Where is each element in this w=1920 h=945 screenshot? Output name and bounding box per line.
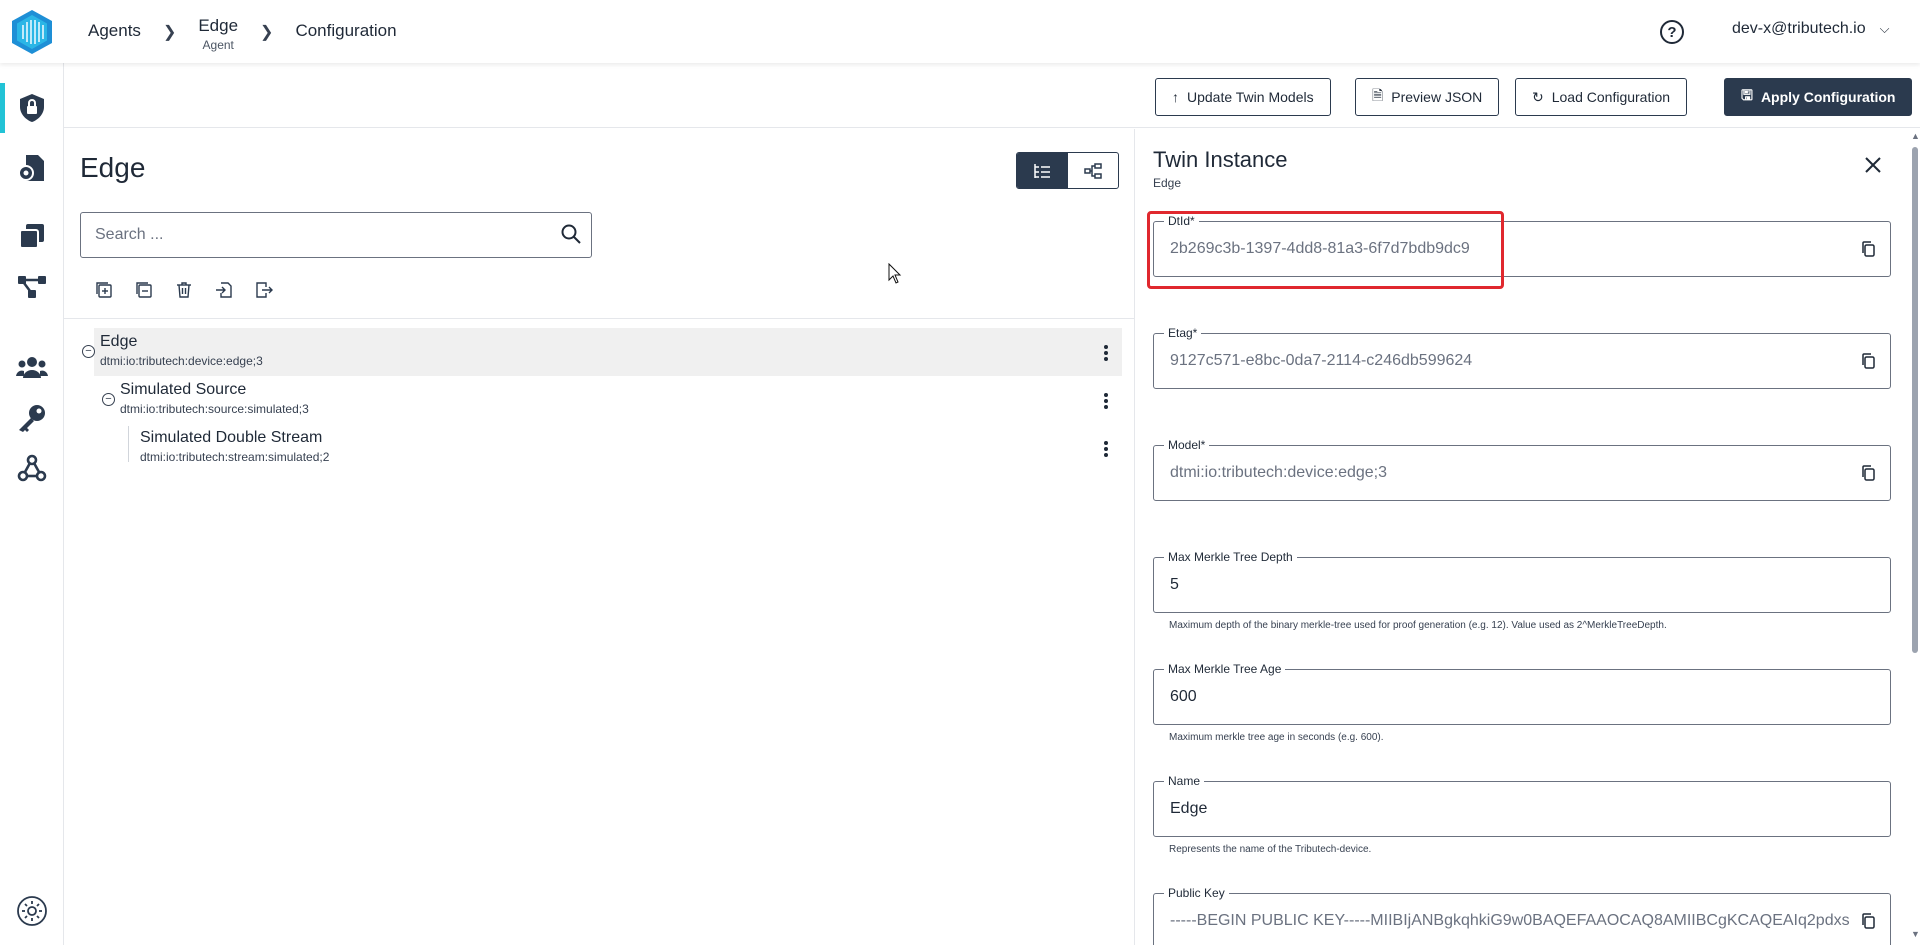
copy-icon[interactable] <box>1859 352 1877 370</box>
more-vert-icon[interactable] <box>1103 343 1109 363</box>
chevron-down-icon: ⌵ <box>1879 21 1890 36</box>
sidebar-item-users[interactable] <box>0 343 64 393</box>
chevron-right-icon: ❯ <box>162 23 177 41</box>
collapse-icon[interactable]: − <box>82 345 95 358</box>
tree-node-simulated-double-stream[interactable]: Simulated Double Stream dtmi:io:tributec… <box>140 429 329 475</box>
user-menu[interactable]: dev-x@tributech.io ⌵ <box>1732 20 1890 38</box>
public-key-field[interactable]: Public Key -----BEGIN PUBLIC KEY-----MII… <box>1153 886 1891 945</box>
hierarchy-icon <box>18 276 46 298</box>
webhook-icon <box>17 454 47 482</box>
sidebar-item-documents[interactable] <box>0 144 64 194</box>
scrollbar[interactable]: ▲ ▼ <box>1909 129 1920 945</box>
tree-node-simulated-source[interactable]: Simulated Source dtmi:io:tributech:sourc… <box>120 381 309 427</box>
breadcrumb-agents[interactable]: Agents <box>88 21 141 41</box>
panel-subtitle: Edge <box>1153 176 1182 190</box>
save-icon: 🖫 <box>1741 87 1753 103</box>
arrow-up-icon: ↑ <box>1172 89 1179 105</box>
tributech-logo[interactable] <box>11 9 53 55</box>
refresh-icon: ↻ <box>1532 88 1544 105</box>
view-toggle <box>1016 152 1119 189</box>
export-icon <box>256 282 273 298</box>
breadcrumb-edge[interactable]: Edge Agent <box>198 16 238 52</box>
sidebar-item-layers[interactable] <box>0 211 64 261</box>
field-hint: Maximum depth of the binary merkle-tree … <box>1169 620 1667 631</box>
search-input[interactable] <box>80 212 592 258</box>
tree-view-button[interactable] <box>1017 153 1068 188</box>
field-hint: Maximum merkle tree age in seconds (e.g.… <box>1169 732 1384 743</box>
expand-all-icon <box>96 282 112 298</box>
mouse-cursor-icon <box>888 263 902 284</box>
name-field[interactable]: Name Edge <box>1153 774 1891 837</box>
page-title: Edge <box>80 152 146 183</box>
sun-icon <box>17 896 47 926</box>
file-icon: 🗎 <box>1372 87 1384 103</box>
tree-node-edge[interactable]: Edge dtmi:io:tributech:device:edge;3 <box>100 333 263 379</box>
search-icon[interactable] <box>560 223 582 245</box>
import-button[interactable] <box>214 280 234 300</box>
collapse-icon[interactable]: − <box>102 393 115 406</box>
load-configuration-button[interactable]: ↻ Load Configuration <box>1515 78 1688 116</box>
preview-json-button[interactable]: 🗎 Preview JSON <box>1355 78 1500 116</box>
top-header: Agents ❯ Edge Agent ❯ Configuration ? de… <box>0 0 1920 63</box>
key-icon <box>19 405 45 432</box>
breadcrumb-configuration: Configuration <box>295 21 397 41</box>
collapse-all-icon <box>136 282 152 298</box>
more-vert-icon[interactable] <box>1103 439 1109 459</box>
delete-button[interactable] <box>174 280 194 300</box>
sidebar-item-webhooks[interactable] <box>0 443 64 493</box>
trash-icon <box>177 282 191 298</box>
sidebar-item-security[interactable] <box>0 83 64 133</box>
model-field[interactable]: Model* dtmi:io:tributech:device:edge;3 <box>1153 438 1891 501</box>
layers-icon <box>19 224 44 249</box>
tree-guide-line <box>128 426 129 462</box>
theme-toggle[interactable] <box>0 886 64 936</box>
twin-instance-panel: Twin Instance Edge DtId* 2b269c3b-1397-4… <box>1134 129 1920 945</box>
update-twin-models-button[interactable]: ↑ Update Twin Models <box>1155 78 1331 116</box>
max-merkle-tree-depth-field[interactable]: Max Merkle Tree Depth 5 <box>1153 550 1891 613</box>
chevron-right-icon: ❯ <box>260 23 274 41</box>
collapse-all-button[interactable] <box>134 280 154 300</box>
tree-list-icon <box>1034 163 1051 178</box>
document-gear-icon <box>18 155 44 181</box>
divider <box>64 318 1134 319</box>
close-icon[interactable] <box>1863 155 1883 175</box>
breadcrumb: Agents ❯ Edge Agent ❯ Configuration <box>88 0 397 63</box>
copy-icon[interactable] <box>1859 912 1877 930</box>
shield-lock-icon <box>20 94 44 122</box>
import-icon <box>216 282 232 298</box>
sidebar <box>0 63 64 945</box>
tree-toolbar <box>94 280 274 300</box>
max-merkle-tree-age-field[interactable]: Max Merkle Tree Age 600 <box>1153 662 1891 725</box>
apply-configuration-button[interactable]: 🖫 Apply Configuration <box>1724 78 1913 116</box>
sidebar-item-keys[interactable] <box>0 393 64 443</box>
graph-view-button[interactable] <box>1068 153 1119 188</box>
copy-icon[interactable] <box>1859 240 1877 258</box>
field-hint: Represents the name of the Tributech-dev… <box>1169 844 1372 855</box>
panel-title: Twin Instance <box>1153 147 1288 172</box>
highlight-box <box>1147 211 1504 289</box>
export-button[interactable] <box>254 280 274 300</box>
action-toolbar: ↑ Update Twin Models 🗎 Preview JSON ↻ Lo… <box>64 63 1920 128</box>
copy-icon[interactable] <box>1859 464 1877 482</box>
sidebar-item-hierarchy[interactable] <box>0 261 64 311</box>
more-vert-icon[interactable] <box>1103 391 1109 411</box>
scroll-down-icon[interactable]: ▼ <box>1911 929 1920 939</box>
graph-view-icon <box>1084 162 1102 179</box>
scroll-up-icon[interactable]: ▲ <box>1911 131 1920 141</box>
expand-all-button[interactable] <box>94 280 114 300</box>
users-icon <box>16 357 48 378</box>
etag-field[interactable]: Etag* 9127c571-e8bc-0da7-2114-c246db5996… <box>1153 326 1891 389</box>
help-icon[interactable]: ? <box>1660 20 1684 44</box>
scroll-thumb[interactable] <box>1912 147 1918 653</box>
